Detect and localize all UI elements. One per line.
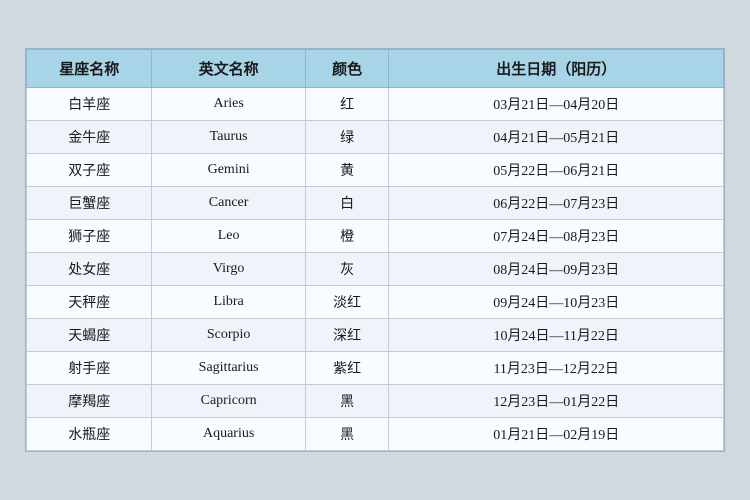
table-body: 白羊座Aries红03月21日—04月20日金牛座Taurus绿04月21日—0… bbox=[27, 88, 724, 451]
cell-color: 黑 bbox=[305, 418, 389, 451]
zodiac-table: 星座名称 英文名称 颜色 出生日期（阳历） 白羊座Aries红03月21日—04… bbox=[26, 49, 724, 451]
cell-date: 12月23日—01月22日 bbox=[389, 385, 724, 418]
cell-date: 01月21日—02月19日 bbox=[389, 418, 724, 451]
cell-en: Cancer bbox=[152, 187, 305, 220]
cell-color: 黑 bbox=[305, 385, 389, 418]
cell-date: 07月24日—08月23日 bbox=[389, 220, 724, 253]
table-row: 天蝎座Scorpio深红10月24日—11月22日 bbox=[27, 319, 724, 352]
cell-date: 05月22日—06月21日 bbox=[389, 154, 724, 187]
cell-date: 11月23日—12月22日 bbox=[389, 352, 724, 385]
cell-zh: 金牛座 bbox=[27, 121, 152, 154]
cell-zh: 双子座 bbox=[27, 154, 152, 187]
cell-color: 白 bbox=[305, 187, 389, 220]
cell-date: 09月24日—10月23日 bbox=[389, 286, 724, 319]
cell-date: 03月21日—04月20日 bbox=[389, 88, 724, 121]
table-row: 射手座Sagittarius紫红11月23日—12月22日 bbox=[27, 352, 724, 385]
table-row: 摩羯座Capricorn黑12月23日—01月22日 bbox=[27, 385, 724, 418]
cell-en: Aquarius bbox=[152, 418, 305, 451]
cell-en: Aries bbox=[152, 88, 305, 121]
header-color: 颜色 bbox=[305, 50, 389, 88]
cell-date: 04月21日—05月21日 bbox=[389, 121, 724, 154]
table-row: 双子座Gemini黄05月22日—06月21日 bbox=[27, 154, 724, 187]
table-header-row: 星座名称 英文名称 颜色 出生日期（阳历） bbox=[27, 50, 724, 88]
cell-color: 橙 bbox=[305, 220, 389, 253]
cell-date: 08月24日—09月23日 bbox=[389, 253, 724, 286]
table-row: 白羊座Aries红03月21日—04月20日 bbox=[27, 88, 724, 121]
header-en: 英文名称 bbox=[152, 50, 305, 88]
cell-en: Sagittarius bbox=[152, 352, 305, 385]
cell-zh: 处女座 bbox=[27, 253, 152, 286]
cell-date: 06月22日—07月23日 bbox=[389, 187, 724, 220]
cell-zh: 狮子座 bbox=[27, 220, 152, 253]
zodiac-table-wrapper: 星座名称 英文名称 颜色 出生日期（阳历） 白羊座Aries红03月21日—04… bbox=[25, 48, 725, 452]
cell-en: Capricorn bbox=[152, 385, 305, 418]
table-row: 水瓶座Aquarius黑01月21日—02月19日 bbox=[27, 418, 724, 451]
cell-color: 深红 bbox=[305, 319, 389, 352]
table-row: 巨蟹座Cancer白06月22日—07月23日 bbox=[27, 187, 724, 220]
cell-en: Gemini bbox=[152, 154, 305, 187]
cell-color: 紫红 bbox=[305, 352, 389, 385]
cell-color: 灰 bbox=[305, 253, 389, 286]
header-zh: 星座名称 bbox=[27, 50, 152, 88]
cell-en: Taurus bbox=[152, 121, 305, 154]
cell-zh: 天秤座 bbox=[27, 286, 152, 319]
cell-color: 淡红 bbox=[305, 286, 389, 319]
cell-date: 10月24日—11月22日 bbox=[389, 319, 724, 352]
cell-en: Virgo bbox=[152, 253, 305, 286]
cell-color: 黄 bbox=[305, 154, 389, 187]
header-date: 出生日期（阳历） bbox=[389, 50, 724, 88]
cell-zh: 射手座 bbox=[27, 352, 152, 385]
table-row: 处女座Virgo灰08月24日—09月23日 bbox=[27, 253, 724, 286]
table-row: 金牛座Taurus绿04月21日—05月21日 bbox=[27, 121, 724, 154]
cell-zh: 白羊座 bbox=[27, 88, 152, 121]
cell-color: 红 bbox=[305, 88, 389, 121]
cell-zh: 摩羯座 bbox=[27, 385, 152, 418]
table-row: 天秤座Libra淡红09月24日—10月23日 bbox=[27, 286, 724, 319]
cell-en: Leo bbox=[152, 220, 305, 253]
cell-zh: 天蝎座 bbox=[27, 319, 152, 352]
cell-zh: 水瓶座 bbox=[27, 418, 152, 451]
cell-color: 绿 bbox=[305, 121, 389, 154]
table-row: 狮子座Leo橙07月24日—08月23日 bbox=[27, 220, 724, 253]
cell-en: Scorpio bbox=[152, 319, 305, 352]
cell-en: Libra bbox=[152, 286, 305, 319]
cell-zh: 巨蟹座 bbox=[27, 187, 152, 220]
